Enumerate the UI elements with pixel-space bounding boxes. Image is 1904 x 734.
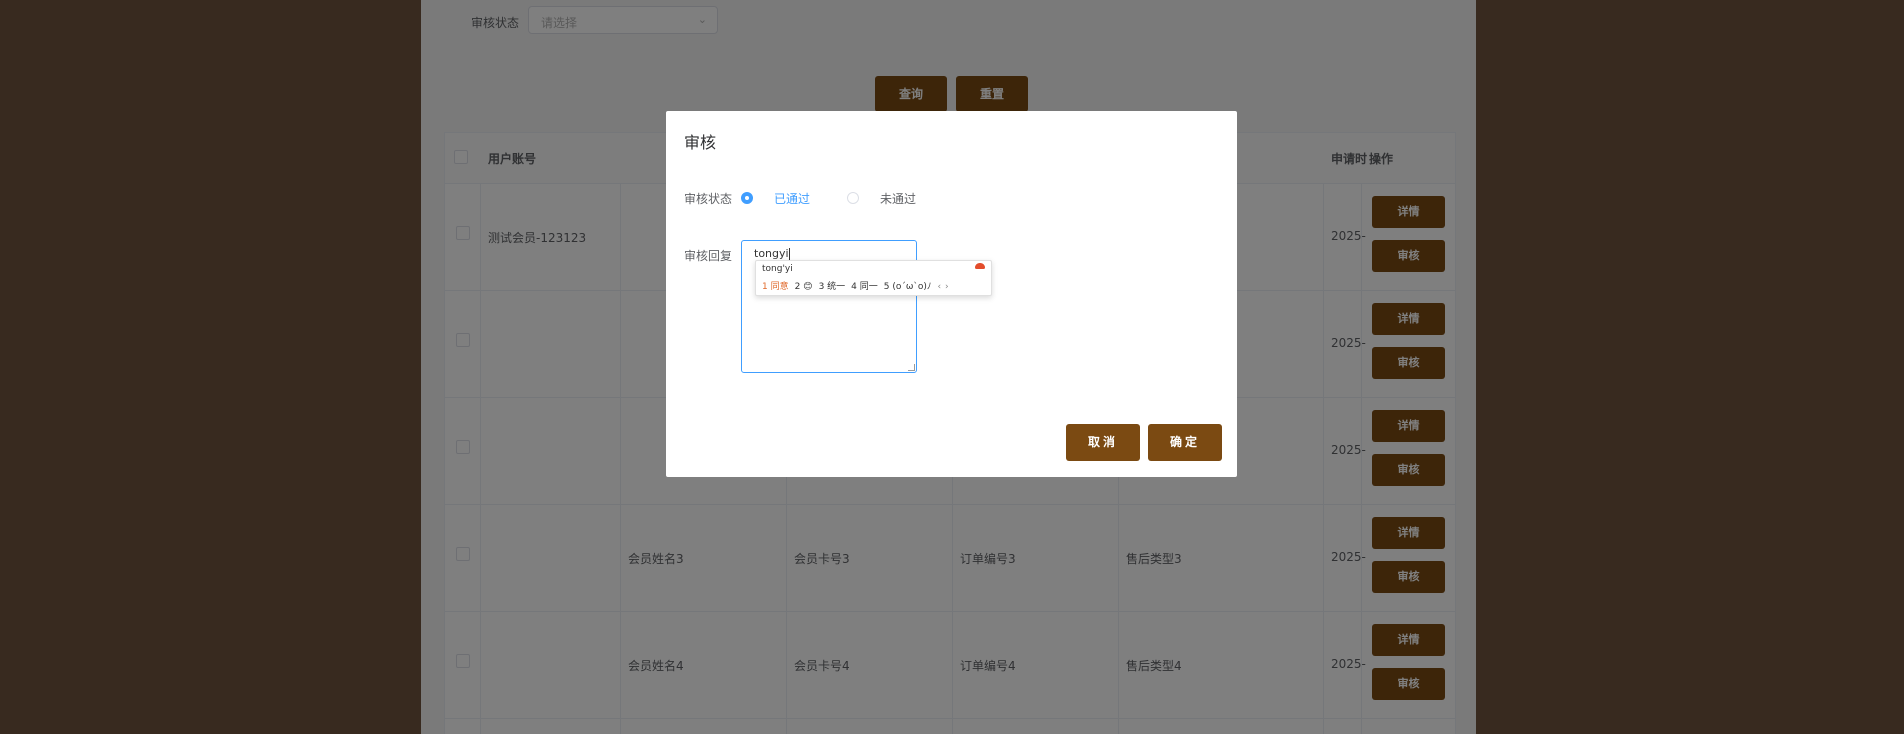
review-dialog: 审核 审核状态 已通过 未通过 审核回复 tongyi tong'yi 1 同意… [666, 111, 1237, 477]
radio-passed[interactable] [741, 192, 753, 204]
ime-candidate[interactable]: 1 同意 [762, 282, 789, 292]
ime-candidate[interactable]: 4 同一 [851, 282, 878, 292]
confirm-button[interactable]: 确定 [1148, 424, 1222, 461]
dialog-title: 审核 [684, 133, 717, 152]
reply-text: tongyi [754, 247, 790, 260]
reply-value: tongyi [754, 247, 789, 260]
ime-candidate[interactable]: 5 (o´ω`o)ﾉ [884, 282, 932, 292]
radio-failed-label[interactable]: 未通过 [880, 190, 916, 207]
chevron-right-icon[interactable]: › [945, 282, 949, 292]
radio-failed[interactable] [847, 192, 859, 204]
status-label: 审核状态 [684, 192, 733, 206]
ime-pinyin: tong'yi [762, 264, 793, 274]
text-caret [788, 248, 790, 260]
cancel-button[interactable]: 取消 [1066, 424, 1140, 461]
ime-candidate[interactable]: 3 统一 [819, 282, 846, 292]
ime-candidate-popup: tong'yi 1 同意 2 😊 3 统一 4 同一 5 (o´ω`o)ﾉ ‹ › [755, 260, 992, 296]
resize-handle-icon[interactable] [908, 364, 915, 371]
ime-candidates: 1 同意 2 😊 3 统一 4 同一 5 (o´ω`o)ﾉ ‹ › [762, 279, 953, 292]
radio-passed-label[interactable]: 已通过 [774, 190, 810, 207]
ime-logo-icon [975, 263, 985, 269]
reply-label: 审核回复 [684, 249, 733, 263]
chevron-left-icon[interactable]: ‹ [937, 282, 941, 292]
ime-candidate[interactable]: 2 😊 [795, 282, 813, 292]
